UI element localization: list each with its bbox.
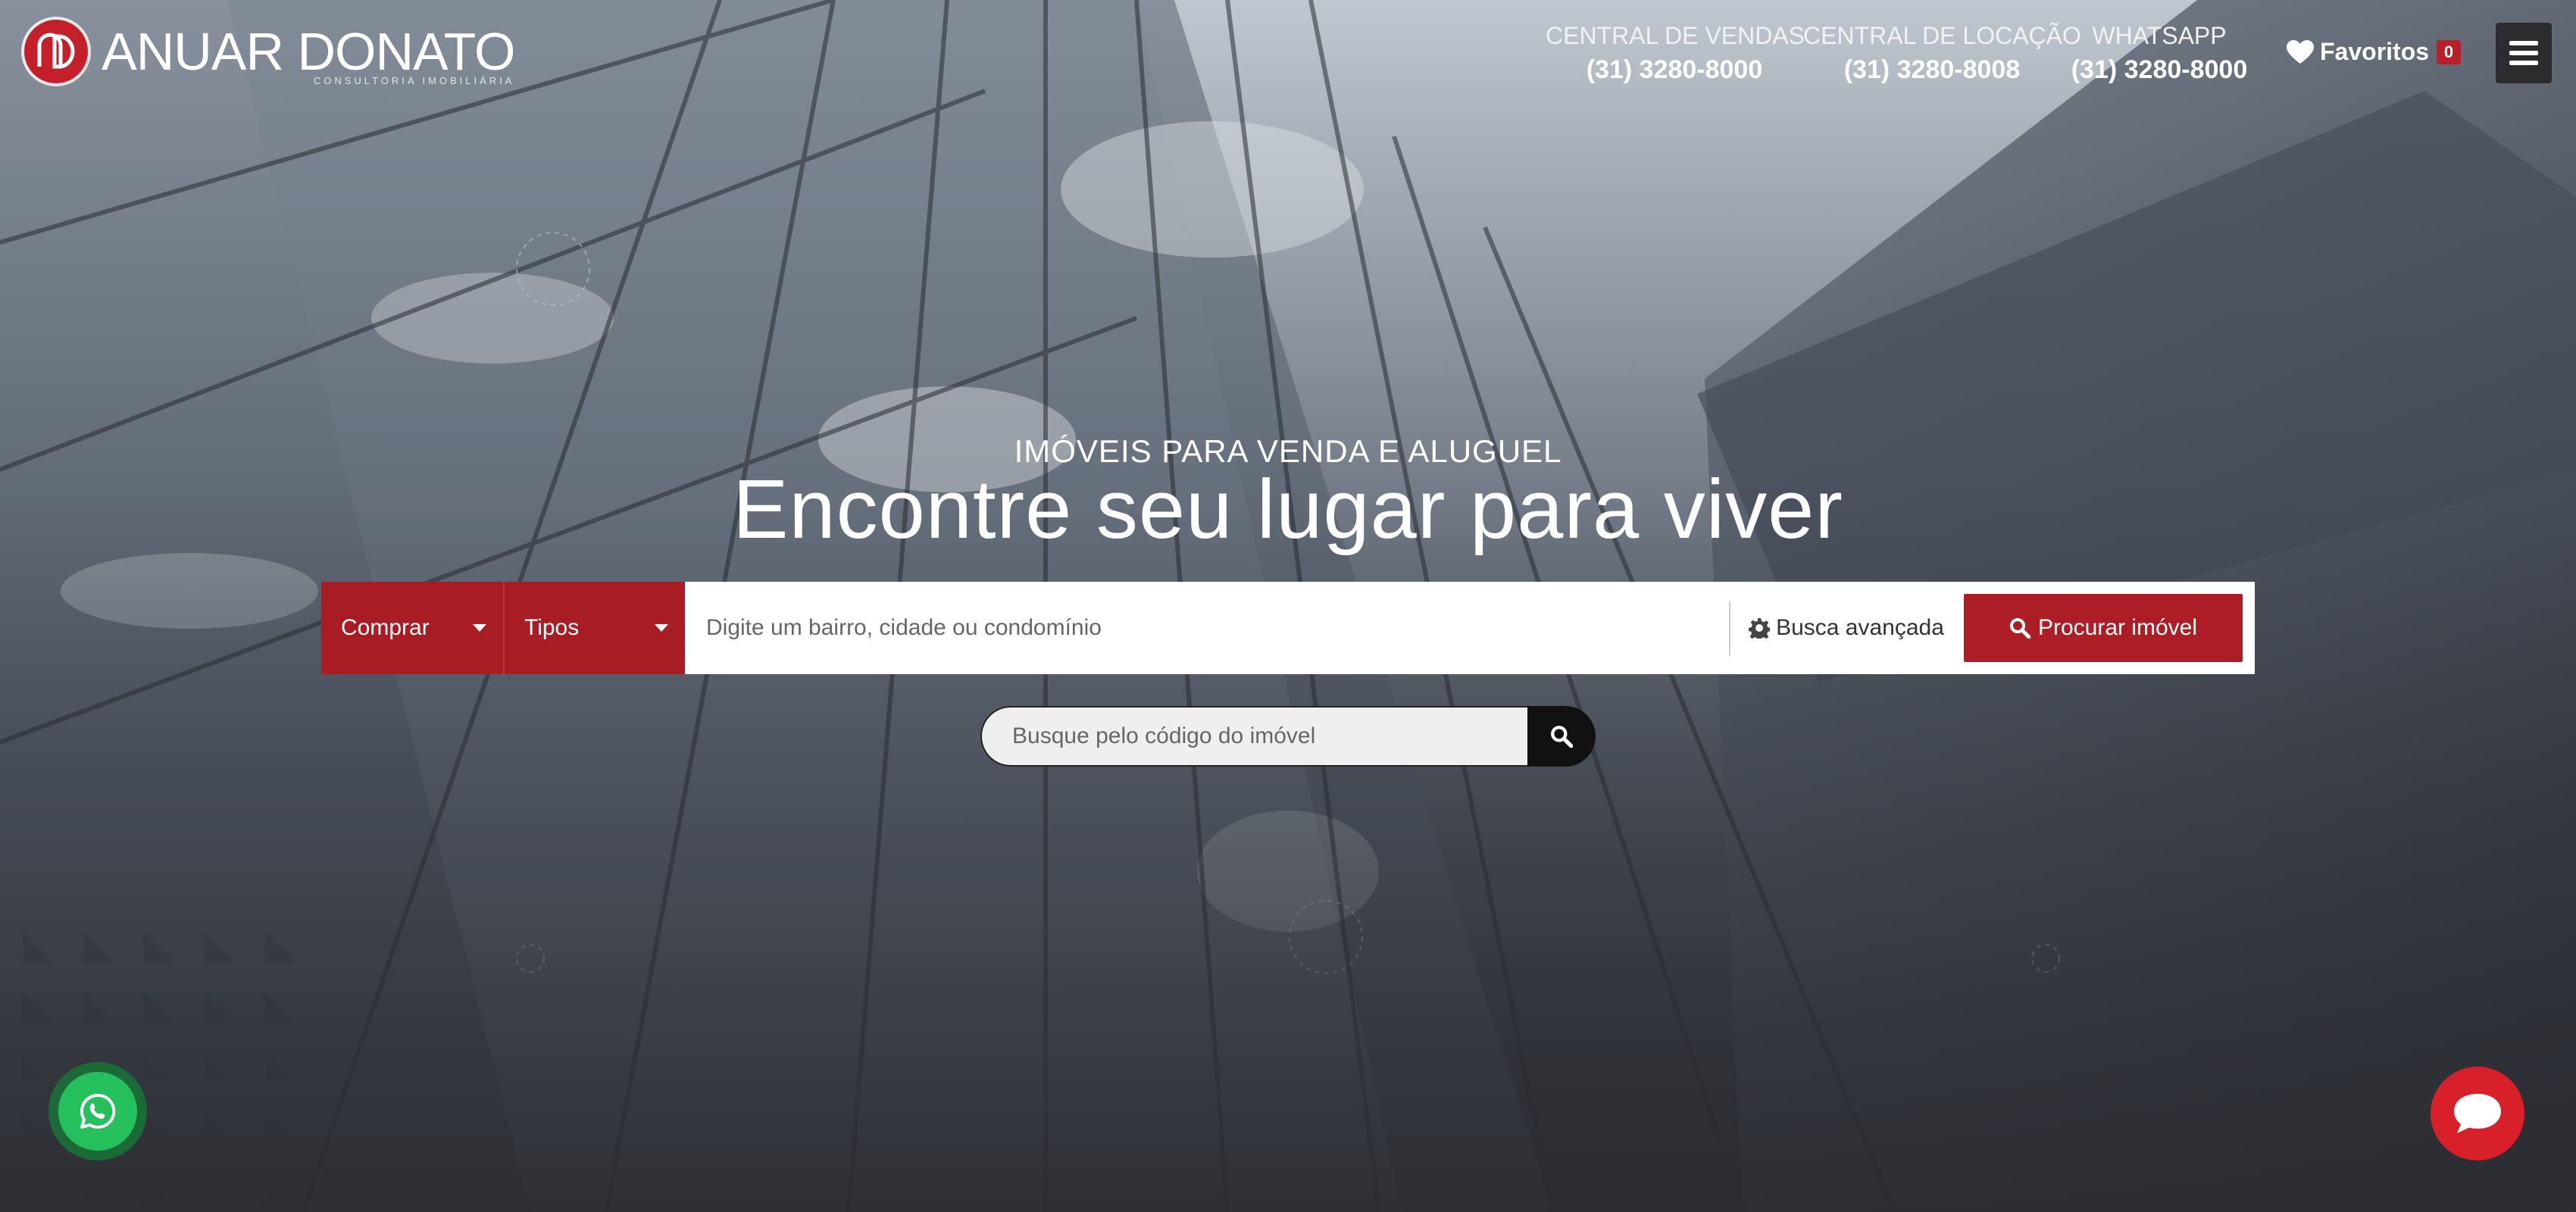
favorites-count-badge: 0 bbox=[2437, 39, 2462, 64]
property-search-bar: Comprar Tipos Busca avançada Procurar im… bbox=[321, 582, 2255, 674]
whatsapp-icon bbox=[80, 1093, 116, 1129]
contact-sales[interactable]: CENTRAL DE VENDAS (31) 3280-8000 bbox=[1546, 21, 1805, 89]
caret-down-icon bbox=[473, 624, 486, 632]
brand-name: ANUAR DONATO bbox=[102, 22, 515, 81]
hero-title: Encontre seu lugar para viver bbox=[733, 463, 1843, 556]
contact-phone[interactable]: (31) 3280-8000 bbox=[2061, 50, 2258, 89]
caret-down-icon bbox=[655, 624, 668, 632]
location-search-input[interactable] bbox=[685, 582, 1729, 674]
menu-button[interactable] bbox=[2496, 23, 2552, 83]
property-type-select[interactable]: Tipos bbox=[503, 582, 685, 674]
property-type-value: Tipos bbox=[524, 615, 580, 640]
search-submit-button[interactable]: Procurar imóvel bbox=[1964, 594, 2243, 662]
property-code-input[interactable] bbox=[980, 706, 1527, 767]
search-icon bbox=[1551, 726, 1573, 748]
transaction-type-select[interactable]: Comprar bbox=[321, 582, 503, 674]
brand-logo[interactable]: ANUAR DONATO CONSULTORIA IMOBILIÁRIA bbox=[21, 17, 515, 86]
advanced-search-button[interactable]: Busca avançada bbox=[1729, 582, 1964, 674]
brand-subtitle: CONSULTORIA IMOBILIÁRIA bbox=[313, 75, 515, 86]
search-icon bbox=[2009, 618, 2030, 639]
code-search bbox=[980, 706, 1596, 767]
code-search-button[interactable] bbox=[1527, 706, 1596, 767]
transaction-type-value: Comprar bbox=[341, 615, 430, 640]
contact-rental[interactable]: CENTRAL DE LOCAÇÃO (31) 3280-8008 bbox=[1803, 21, 2081, 89]
contact-list: CENTRAL DE VENDAS (31) 3280-8000 CENTRAL… bbox=[1546, 21, 2258, 89]
contact-label: CENTRAL DE VENDAS bbox=[1546, 22, 1805, 49]
advanced-search-label: Busca avançada bbox=[1776, 615, 1944, 640]
contact-label: WHATSAPP bbox=[2092, 22, 2227, 49]
contact-label: CENTRAL DE LOCAÇÃO bbox=[1803, 22, 2081, 49]
contact-phone[interactable]: (31) 3280-8008 bbox=[1803, 50, 2061, 89]
whatsapp-float-button[interactable] bbox=[48, 1062, 147, 1160]
ad-monogram-logo bbox=[21, 17, 91, 86]
favorites-label: Favoritos bbox=[2320, 38, 2430, 65]
chat-float-button[interactable] bbox=[2431, 1067, 2524, 1160]
contact-whatsapp[interactable]: WHATSAPP (31) 3280-8000 bbox=[2061, 21, 2258, 89]
chat-bubble-icon bbox=[2454, 1094, 2501, 1133]
favorites-link[interactable]: Favoritos 0 bbox=[2287, 38, 2462, 66]
contact-phone[interactable]: (31) 3280-8000 bbox=[1546, 50, 1803, 89]
heart-icon bbox=[2287, 39, 2314, 64]
gear-icon bbox=[1749, 618, 1771, 639]
search-submit-label: Procurar imóvel bbox=[2037, 615, 2198, 640]
